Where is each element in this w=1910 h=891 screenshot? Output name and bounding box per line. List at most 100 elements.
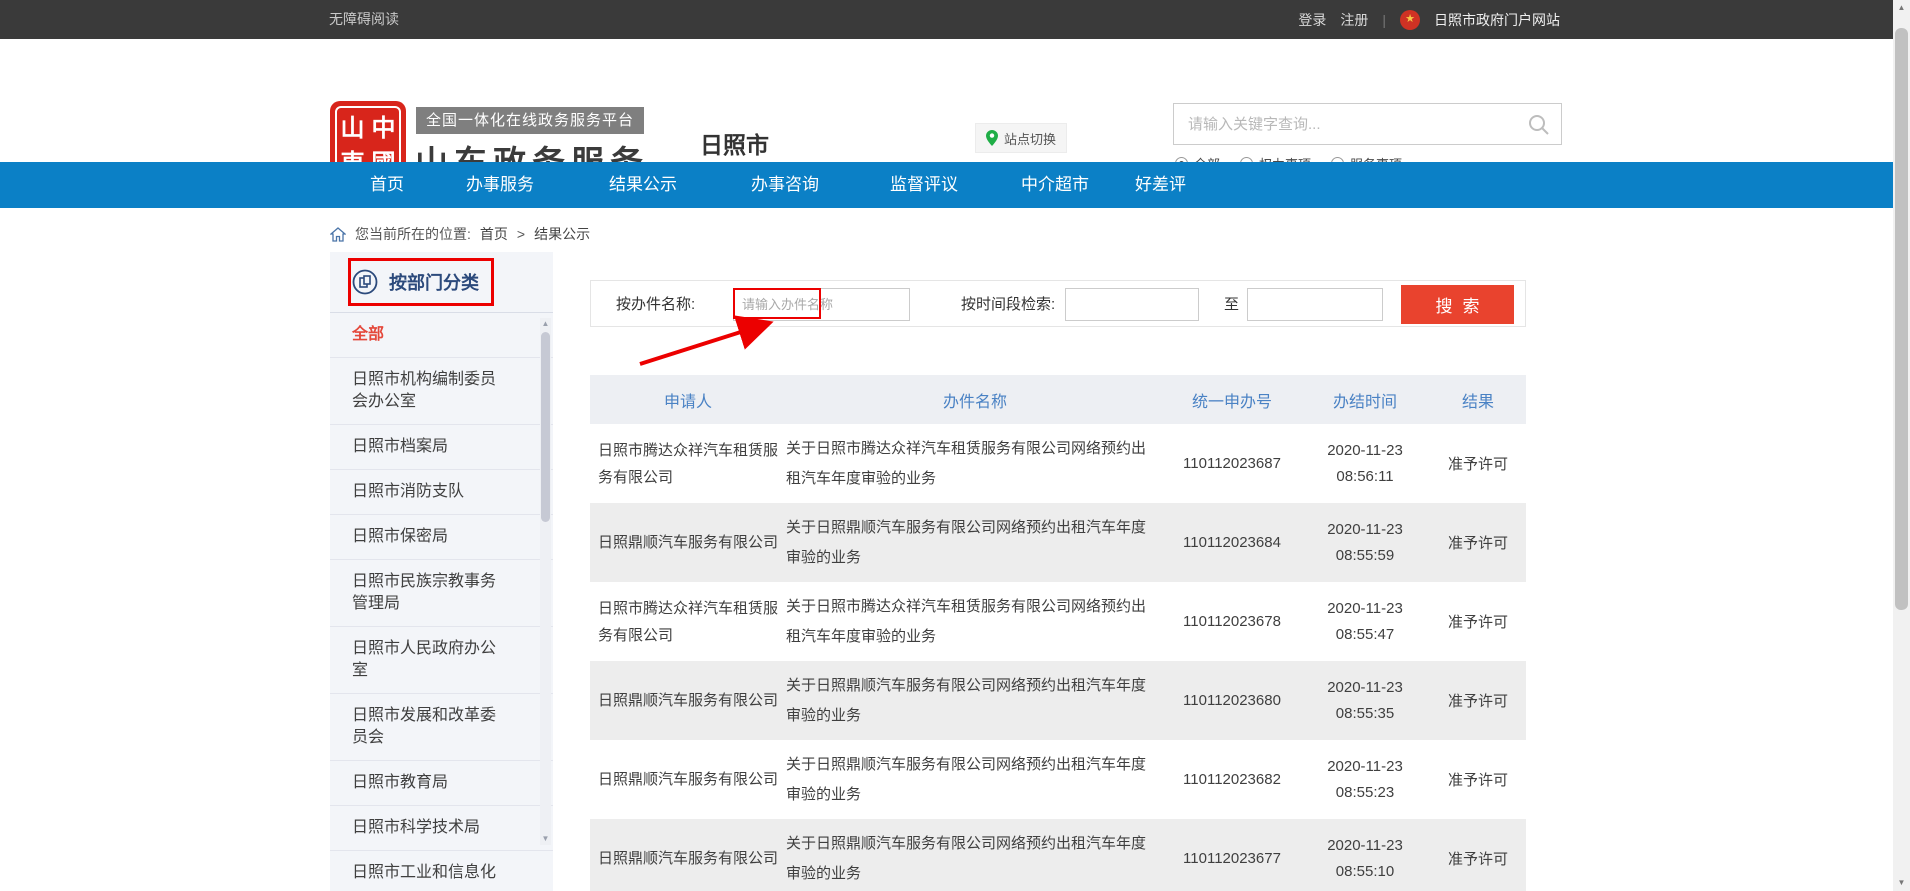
location-pin-icon (986, 130, 998, 146)
cell-result: 准予许可 (1430, 424, 1526, 503)
sidebar-item[interactable]: 日照市教育局 (330, 761, 553, 806)
time: 08:55:23 (1336, 784, 1394, 801)
nav-item-results[interactable]: 结果公示 (609, 162, 677, 208)
cell-finish-time: 2020-11-2308:55:47 (1300, 582, 1430, 661)
time: 08:55:59 (1336, 547, 1394, 564)
name-filter-label: 按办件名称: (616, 281, 695, 328)
cell-case-name: 关于日照鼎顺汽车服务有限公司网络预约出租汽车年度审验的业务 (786, 661, 1164, 740)
breadcrumb-prefix: 您当前所在的位置: (355, 224, 471, 244)
col-header-finish-time: 办结时间 (1300, 375, 1430, 424)
cell-applicant: 日照市腾达众祥汽车租赁服务有限公司 (590, 582, 786, 661)
time: 08:56:11 (1336, 468, 1393, 485)
sidebar-item[interactable]: 日照市人民政府办公室 (330, 627, 553, 694)
cell-result: 准予许可 (1430, 819, 1526, 891)
table-header-row: 申请人 办件名称 统一申办号 办结时间 结果 (590, 375, 1526, 424)
login-link[interactable]: 登录 (1298, 10, 1326, 30)
help-button[interactable]: 使用帮助 (1685, 331, 1811, 363)
cell-number: 110112023684 (1164, 503, 1300, 582)
case-name-input[interactable] (733, 288, 910, 321)
sidebar-scroll-thumb[interactable] (541, 332, 550, 522)
cell-case-name: 关于日照市腾达众祥汽车租赁服务有限公司网络预约出租汽车年度审验的业务 (786, 582, 1164, 661)
site-switch-button[interactable]: 站点切换 (975, 123, 1067, 153)
keyword-search-box (1173, 103, 1562, 145)
page-scrollbar: ▲ ▼ (1893, 0, 1910, 891)
sidebar-item[interactable]: 日照市机构编制委员会办公室 (330, 358, 553, 425)
date-from-input[interactable] (1065, 288, 1199, 321)
date: 2020-11-23 (1327, 837, 1403, 854)
department-list: 全部 日照市机构编制委员会办公室 日照市档案局 日照市消防支队 日照市保密局 日… (330, 313, 553, 891)
cell-applicant: 日照鼎顺汽车服务有限公司 (590, 740, 786, 819)
cell-number: 110112023678 (1164, 582, 1300, 661)
table-row: 日照市腾达众祥汽车租赁服务有限公司 关于日照市腾达众祥汽车租赁服务有限公司网络预… (590, 424, 1526, 503)
cell-finish-time: 2020-11-23 08:55:35 (1300, 661, 1430, 740)
sidebar-item[interactable]: 日照市科学技术局 (330, 806, 553, 851)
col-header-number: 统一申办号 (1164, 375, 1300, 424)
col-header-applicant: 申请人 (590, 375, 786, 424)
sidebar-item[interactable]: 日照市保密局 (330, 515, 553, 560)
cell-finish-time: 2020-11-2308:55:59 (1300, 503, 1430, 582)
sidebar-item[interactable]: 日照市工业和信息化 (330, 851, 553, 891)
cell-applicant: 日照市腾达众祥汽车租赁服务有限公司 (590, 424, 786, 503)
cell-result: 准予许可 (1430, 503, 1526, 582)
search-icon[interactable] (1527, 113, 1551, 137)
result-filter-bar: 按办件名称: 按时间段检索: 至 搜索 (590, 280, 1526, 327)
search-button[interactable]: 搜索 (1401, 285, 1514, 324)
cell-applicant: 日照鼎顺汽车服务有限公司 (590, 503, 786, 582)
cell-case-name: 关于日照鼎顺汽车服务有限公司网络预约出租汽车年度审验的业务 (786, 819, 1164, 891)
date-to-input[interactable] (1247, 288, 1383, 321)
table-row: 日照鼎顺汽车服务有限公司 关于日照鼎顺汽车服务有限公司网络预约出租汽车年度审验的… (590, 503, 1526, 582)
accessibility-link[interactable]: 无障碍阅读 (329, 0, 399, 39)
page-scroll-thumb[interactable] (1895, 28, 1908, 610)
time: 08:55:47 (1336, 626, 1394, 643)
nav-item-rating[interactable]: 好差评 (1135, 162, 1186, 208)
cell-applicant: 日照鼎顺汽车服务有限公司 (590, 661, 786, 740)
col-header-case-name: 办件名称 (786, 375, 1164, 424)
sidebar-item[interactable]: 日照市档案局 (330, 425, 553, 470)
cell-number: 110112023682 (1164, 740, 1300, 819)
date: 2020-11-23 (1327, 442, 1403, 459)
nav-item-home[interactable]: 首页 (370, 162, 404, 208)
sidebar-item[interactable]: 日照市民族宗教事务管理局 (330, 560, 553, 627)
topbar-divider: | (1382, 12, 1386, 28)
sidebar-item[interactable]: 日照市发展和改革委员会 (330, 694, 553, 761)
col-header-result: 结果 (1430, 375, 1526, 424)
time-filter-label: 按时间段检索: (961, 281, 1055, 328)
sidebar-item[interactable]: 日照市消防支队 (330, 470, 553, 515)
department-sidebar: 按部门分类 全部 日照市机构编制委员会办公室 日照市档案局 日照市消防支队 日照… (330, 252, 553, 891)
portal-link[interactable]: 日照市政府门户网站 (1434, 10, 1560, 30)
city-name: 日照市 (700, 126, 769, 160)
scrollbar-up-icon[interactable]: ▲ (1893, 0, 1910, 16)
nav-item-intermediary[interactable]: 中介超市 (1021, 162, 1089, 208)
cell-finish-time: 2020-11-2308:55:23 (1300, 740, 1430, 819)
top-utility-bar: 无障碍阅读 登录 注册 | ★ 日照市政府门户网站 (0, 0, 1893, 39)
register-link[interactable]: 注册 (1340, 10, 1368, 30)
seal-char: 山 (337, 108, 368, 143)
scrollbar-down-icon[interactable]: ▼ (1893, 875, 1910, 891)
breadcrumb-current: 结果公示 (534, 224, 590, 244)
nav-item-services[interactable]: 办事服务 (466, 162, 534, 208)
nav-item-consult[interactable]: 办事咨询 (751, 162, 819, 208)
cell-case-name: 关于日照鼎顺汽车服务有限公司网络预约出租汽车年度审验的业务 (786, 740, 1164, 819)
scroll-down-icon[interactable]: ▼ (542, 833, 550, 845)
time: 08:55:35 (1336, 705, 1394, 722)
date: 2020-11-23 (1327, 679, 1403, 696)
sidebar-item-all[interactable]: 全部 (330, 313, 553, 358)
keyword-search-input[interactable] (1174, 104, 1561, 144)
time: 08:55:10 (1336, 863, 1394, 880)
cell-case-name: 关于日照鼎顺汽车服务有限公司网络预约出租汽车年度审验的业务 (786, 503, 1164, 582)
cell-finish-time: 2020-11-23 08:56:11 (1300, 424, 1430, 503)
topbar-right-group: 登录 注册 | ★ 日照市政府门户网站 (1298, 0, 1560, 39)
scroll-up-icon[interactable]: ▲ (542, 318, 550, 330)
cell-number: 110112023677 (1164, 819, 1300, 891)
platform-badge: 全国一体化在线政务服务平台 (416, 107, 644, 134)
cell-result: 准予许可 (1430, 740, 1526, 819)
breadcrumb: 您当前所在的位置: 首页 > 结果公示 (330, 223, 590, 245)
breadcrumb-home-link[interactable]: 首页 (480, 224, 508, 244)
sidebar-header: 按部门分类 (330, 252, 553, 313)
cell-number: 110112023687 (1164, 424, 1300, 503)
cell-result: 准予许可 (1430, 661, 1526, 740)
to-label: 至 (1224, 281, 1239, 328)
nav-item-supervision[interactable]: 监督评议 (890, 162, 958, 208)
home-icon (330, 227, 346, 242)
page: 无障碍阅读 登录 注册 | ★ 日照市政府门户网站 山 中 東 國 全国一体化在… (0, 0, 1910, 891)
